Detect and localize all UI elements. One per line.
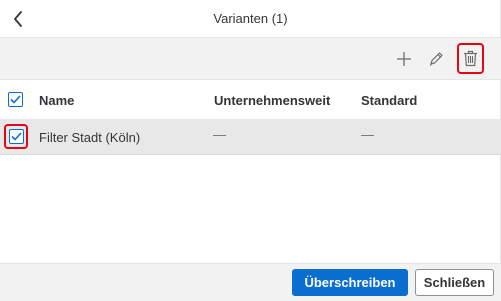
edit-button[interactable] bbox=[424, 46, 448, 72]
column-header-corporate[interactable]: Unternehmensweit bbox=[214, 93, 330, 108]
variants-dialog: Varianten (1) Name Unternehmensweit Stan… bbox=[0, 0, 501, 301]
row-checkbox[interactable] bbox=[4, 124, 28, 149]
row-standard-cell: — bbox=[361, 127, 374, 142]
add-button[interactable] bbox=[392, 46, 416, 72]
row-name-cell: Filter Stadt (Köln) bbox=[39, 130, 141, 145]
table-row[interactable]: Filter Stadt (Köln) — — bbox=[0, 119, 501, 155]
checkmark-icon bbox=[10, 95, 21, 104]
overwrite-button[interactable]: Überschreiben bbox=[292, 269, 408, 296]
table-header: Name Unternehmensweit Standard bbox=[0, 81, 501, 119]
select-all-checkbox[interactable] bbox=[8, 92, 23, 107]
dialog-header: Varianten (1) bbox=[0, 0, 501, 38]
checkmark-icon bbox=[10, 132, 22, 141]
close-button[interactable]: Schließen bbox=[415, 269, 494, 296]
delete-icon bbox=[464, 50, 477, 67]
column-header-standard[interactable]: Standard bbox=[361, 93, 417, 108]
add-icon bbox=[397, 52, 411, 66]
toolbar bbox=[0, 38, 501, 80]
dialog-title: Varianten (1) bbox=[213, 11, 288, 26]
column-header-name[interactable]: Name bbox=[39, 93, 74, 108]
row-corporate-cell: — bbox=[213, 127, 226, 142]
delete-button[interactable] bbox=[457, 43, 484, 74]
dialog-footer: Überschreiben Schließen bbox=[0, 263, 501, 301]
edit-icon bbox=[429, 52, 443, 66]
